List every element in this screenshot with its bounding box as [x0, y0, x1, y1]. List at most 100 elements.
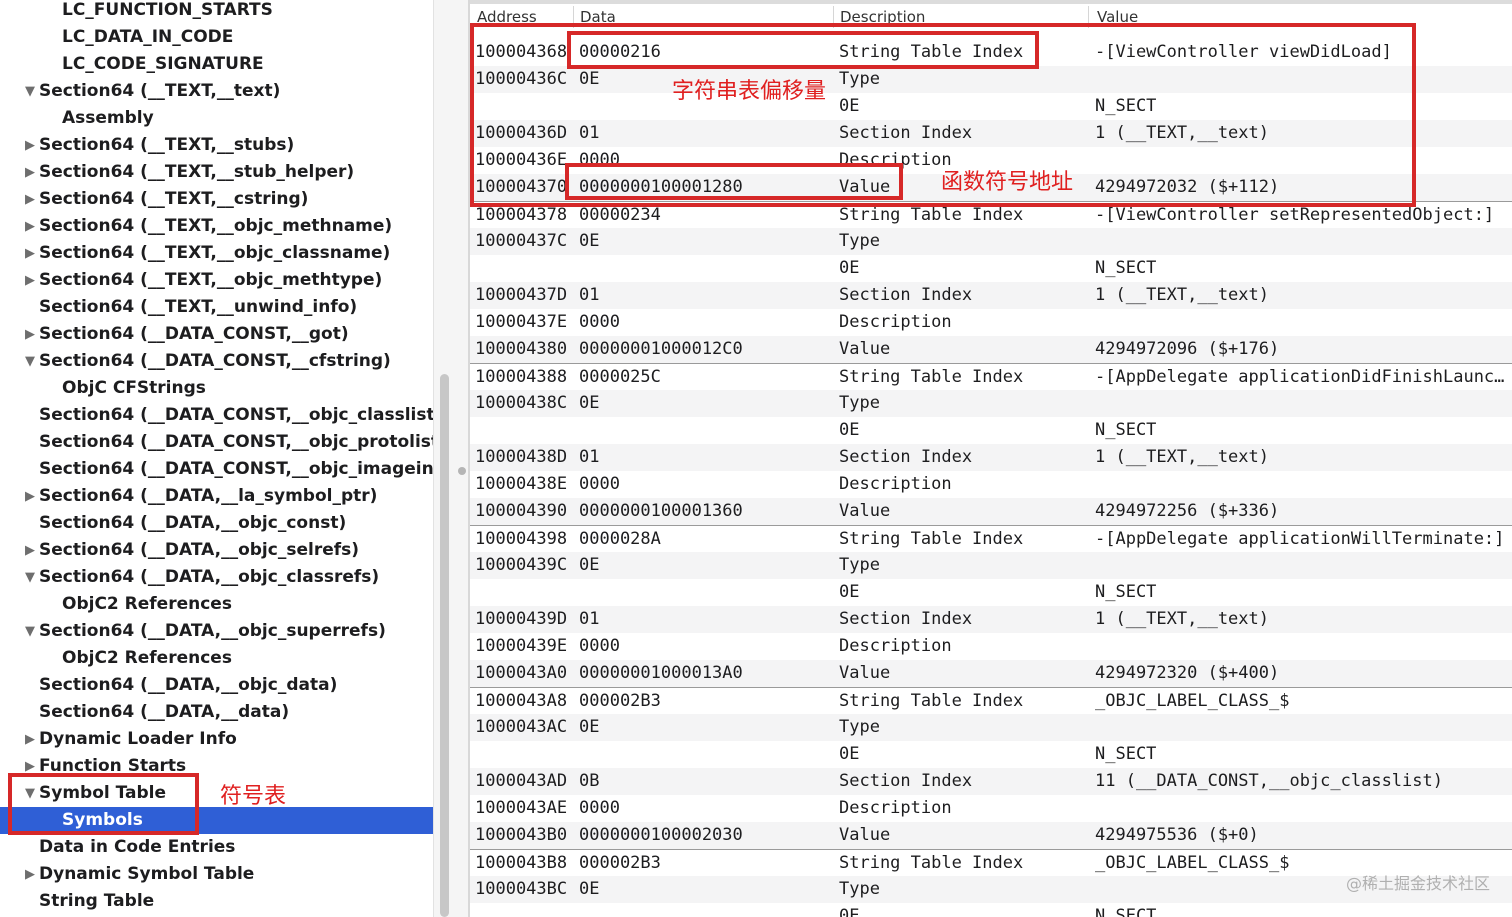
description-cell: Section Index: [839, 285, 973, 305]
table-row[interactable]: 10000438E 0000 Description: [470, 471, 1512, 498]
table-row[interactable]: 100004398 0000028A String Table Index -[…: [470, 525, 1512, 553]
sidebar-scrollbar[interactable]: [433, 0, 470, 917]
table-row[interactable]: 10000437E 0000 Description: [470, 309, 1512, 336]
chevron-right-icon[interactable]: ▶: [22, 132, 38, 159]
chevron-down-icon[interactable]: ▼: [22, 78, 38, 105]
chevron-right-icon[interactable]: ▶: [22, 726, 38, 753]
tree-item-section-text-objc-classname[interactable]: ▶ Section64 (__TEXT,__objc_classname): [0, 240, 433, 267]
data-cell: 0B: [579, 771, 600, 791]
data-cell: 000002B3: [579, 691, 661, 711]
chevron-right-icon[interactable]: ▶: [22, 321, 38, 348]
chevron-right-icon[interactable]: ▶: [22, 537, 38, 564]
address-cell: 10000439C: [475, 555, 568, 575]
chevron-right-icon[interactable]: ▶: [22, 159, 38, 186]
value-cell: 11 (__DATA_CONST,__objc_classlist): [1095, 771, 1443, 791]
table-row[interactable]: 1000043AC 0E Type: [470, 714, 1512, 741]
chevron-right-icon[interactable]: ▶: [22, 861, 38, 888]
table-row[interactable]: 10000437C 0E Type: [470, 228, 1512, 255]
tree-item-section-data-objc-classrefs[interactable]: ▼ Section64 (__DATA,__objc_classrefs): [0, 564, 433, 591]
tree-item-section-text-unwind-info[interactable]: Section64 (__TEXT,__unwind_info): [0, 294, 433, 321]
table-row[interactable]: 10000438D 01 Section Index 1 (__TEXT,__t…: [470, 444, 1512, 471]
chevron-right-icon[interactable]: ▶: [22, 213, 38, 240]
tree-item-string-table[interactable]: String Table: [0, 888, 433, 915]
annotation-function-symbol-address: 函数符号地址: [941, 170, 1074, 195]
tree-item-section-data-const-objc-imageinfo[interactable]: Section64 (__DATA_CONST,__objc_imageinfo…: [0, 456, 433, 483]
tree-item-lc-function-starts[interactable]: LC_FUNCTION_STARTS: [0, 0, 433, 24]
data-cell: 0000000100002030: [579, 825, 743, 845]
address-cell: 10000439D: [475, 609, 568, 629]
tree-item-section-data-const-cfstring[interactable]: ▼ Section64 (__DATA_CONST,__cfstring): [0, 348, 433, 375]
highlight-box-string-index: [567, 31, 1039, 69]
tree-item-section-text-stubs[interactable]: ▶ Section64 (__TEXT,__stubs): [0, 132, 433, 159]
tree-item-label: Section64 (__DATA_CONST,__objc_protolist…: [39, 432, 433, 452]
tree-item-section-text-objc-methname[interactable]: ▶ Section64 (__TEXT,__objc_methname): [0, 213, 433, 240]
table-row[interactable]: 0E N_SECT: [470, 417, 1512, 444]
table-row[interactable]: 10000439C 0E Type: [470, 552, 1512, 579]
tree-item-objc2-references[interactable]: ObjC2 References: [0, 591, 433, 618]
table-row[interactable]: 0E N_SECT: [470, 903, 1512, 917]
data-cell: 0000000100001360: [579, 501, 743, 521]
tree-item-section-data-const-objc-classlist[interactable]: Section64 (__DATA_CONST,__objc_classlist…: [0, 402, 433, 429]
tree-item-section-data-la-symbol-ptr[interactable]: ▶ Section64 (__DATA,__la_symbol_ptr): [0, 483, 433, 510]
tree-item-section-text-stub-helper[interactable]: ▶ Section64 (__TEXT,__stub_helper): [0, 159, 433, 186]
description-cell: Value: [839, 501, 891, 521]
chevron-right-icon[interactable]: ▶: [22, 186, 38, 213]
tree-item-objc2-references-2[interactable]: ObjC2 References: [0, 645, 433, 672]
address-cell: 1000043A8: [475, 691, 568, 711]
table-row[interactable]: 10000437D 01 Section Index 1 (__TEXT,__t…: [470, 282, 1512, 309]
table-row[interactable]: 10000439E 0000 Description: [470, 633, 1512, 660]
table-row[interactable]: 100004390 0000000100001360 Value 4294972…: [470, 498, 1512, 525]
tree-item-data-in-code-entries[interactable]: Data in Code Entries: [0, 834, 433, 861]
value-cell: 1 (__TEXT,__text): [1095, 609, 1269, 629]
scrollbar-thumb[interactable]: [440, 374, 449, 917]
tree-item-section-data-data[interactable]: Section64 (__DATA,__data): [0, 699, 433, 726]
table-row[interactable]: 1000043A8 000002B3 String Table Index _O…: [470, 687, 1512, 715]
value-cell: -[AppDelegate applicationDidFinishLaunc…: [1095, 367, 1505, 387]
tree-item-label: Data in Code Entries: [39, 837, 236, 857]
tree-item-section-data-objc-selrefs[interactable]: ▶ Section64 (__DATA,__objc_selrefs): [0, 537, 433, 564]
tree-item-section-data-const-objc-protolist[interactable]: Section64 (__DATA_CONST,__objc_protolist…: [0, 429, 433, 456]
tree-item-assembly[interactable]: Assembly: [0, 105, 433, 132]
tree-item-section-data-objc-superrefs[interactable]: ▼ Section64 (__DATA,__objc_superrefs): [0, 618, 433, 645]
data-cell: 01: [579, 609, 600, 629]
tree-item-section-data-objc-const[interactable]: Section64 (__DATA,__objc_const): [0, 510, 433, 537]
tree-item-lc-data-in-code[interactable]: LC_DATA_IN_CODE: [0, 24, 433, 51]
table-row[interactable]: 0E N_SECT: [470, 255, 1512, 282]
tree-item-section-data-objc-data[interactable]: Section64 (__DATA,__objc_data): [0, 672, 433, 699]
tree-item-section-text-objc-methtype[interactable]: ▶ Section64 (__TEXT,__objc_methtype): [0, 267, 433, 294]
chevron-right-icon[interactable]: ▶: [22, 240, 38, 267]
table-row[interactable]: 1000043B0 0000000100002030 Value 4294975…: [470, 822, 1512, 849]
table-row[interactable]: 10000439D 01 Section Index 1 (__TEXT,__t…: [470, 606, 1512, 633]
data-cell: 000002B3: [579, 853, 661, 873]
tree-item-dynamic-loader-info[interactable]: ▶ Dynamic Loader Info: [0, 726, 433, 753]
table-row[interactable]: 1000043A0 00000001000013A0 Value 4294972…: [470, 660, 1512, 687]
address-cell: 1000043AD: [475, 771, 568, 791]
table-row[interactable]: 1000043AD 0B Section Index 11 (__DATA_CO…: [470, 768, 1512, 795]
description-cell: Value: [839, 825, 891, 845]
table-row[interactable]: 100004388 0000025C String Table Index -[…: [470, 363, 1512, 391]
tree-item-label: LC_FUNCTION_STARTS: [62, 0, 273, 20]
description-cell: String Table Index: [839, 529, 1024, 549]
tree-item-label: Section64 (__DATA,__objc_const): [39, 513, 347, 533]
chevron-right-icon[interactable]: ▶: [22, 267, 38, 294]
split-view-handle[interactable]: [458, 467, 466, 475]
chevron-down-icon[interactable]: ▼: [22, 348, 38, 375]
table-row[interactable]: 0E N_SECT: [470, 741, 1512, 768]
tree-item-lc-code-signature[interactable]: LC_CODE_SIGNATURE: [0, 51, 433, 78]
tree-item-dynamic-symbol-table[interactable]: ▶ Dynamic Symbol Table: [0, 861, 433, 888]
tree-item-objc-cfstrings[interactable]: ObjC CFStrings: [0, 375, 433, 402]
chevron-down-icon[interactable]: ▼: [22, 564, 38, 591]
tree-item-section-data-const-got[interactable]: ▶ Section64 (__DATA_CONST,__got): [0, 321, 433, 348]
table-row[interactable]: 10000438C 0E Type: [470, 390, 1512, 417]
tree-item-section-text-text[interactable]: ▼ Section64 (__TEXT,__text): [0, 78, 433, 105]
chevron-right-icon[interactable]: ▶: [22, 483, 38, 510]
data-cell: 00000001000013A0: [579, 663, 743, 683]
table-row[interactable]: 1000043AE 0000 Description: [470, 795, 1512, 822]
chevron-down-icon[interactable]: ▼: [22, 618, 38, 645]
table-row[interactable]: 100004380 00000001000012C0 Value 4294972…: [470, 336, 1512, 363]
value-cell: N_SECT: [1095, 744, 1157, 764]
tree-item-label: Section64 (__DATA_CONST,__got): [39, 324, 349, 344]
description-cell: Section Index: [839, 609, 973, 629]
tree-item-section-text-cstring[interactable]: ▶ Section64 (__TEXT,__cstring): [0, 186, 433, 213]
table-row[interactable]: 0E N_SECT: [470, 579, 1512, 606]
